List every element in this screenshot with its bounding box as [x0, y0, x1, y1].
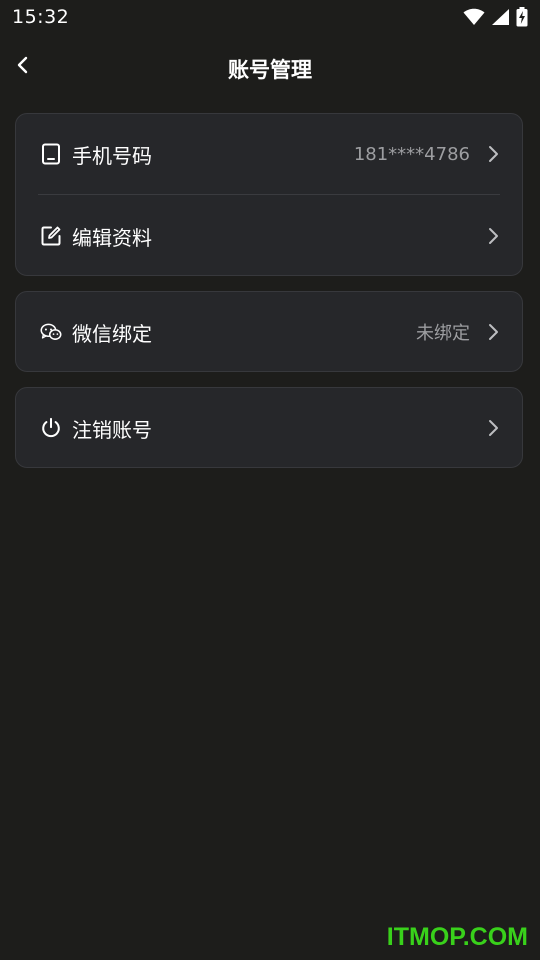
deactivate-card: 注销账号	[15, 387, 523, 468]
wechat-binding-label: 微信绑定	[72, 321, 152, 346]
battery-charging-icon	[516, 7, 528, 27]
status-bar: 15:32	[0, 0, 540, 36]
wifi-icon	[463, 8, 485, 26]
chevron-right-icon	[486, 145, 500, 163]
wechat-icon	[40, 321, 62, 343]
nav-bar: 账号管理	[0, 44, 540, 94]
status-time: 15:32	[12, 6, 70, 28]
power-icon	[40, 417, 62, 439]
deactivate-account-row[interactable]: 注销账号	[16, 388, 522, 468]
edit-profile-row[interactable]: 编辑资料	[16, 196, 522, 276]
phone-number-value: 181****4786	[353, 143, 470, 165]
watermark: ITMOP.COM	[386, 923, 528, 951]
edit-icon	[40, 225, 62, 247]
chevron-right-icon	[486, 419, 500, 437]
cellular-signal-icon	[491, 8, 510, 26]
wechat-card: 微信绑定 未绑定	[15, 291, 523, 372]
phone-number-row[interactable]: 手机号码 181****4786	[16, 114, 522, 194]
page-title: 账号管理	[228, 58, 312, 82]
deactivate-account-label: 注销账号	[72, 417, 152, 442]
chevron-right-icon	[486, 323, 500, 341]
status-icons	[463, 6, 528, 28]
edit-profile-label: 编辑资料	[72, 225, 152, 250]
divider	[38, 194, 500, 195]
wechat-binding-row[interactable]: 微信绑定 未绑定	[16, 292, 522, 372]
account-info-card: 手机号码 181****4786 编辑资料	[15, 113, 523, 276]
wechat-binding-status: 未绑定	[416, 323, 470, 344]
phone-icon	[40, 143, 62, 165]
phone-number-label: 手机号码	[72, 143, 152, 168]
chevron-right-icon	[486, 227, 500, 245]
